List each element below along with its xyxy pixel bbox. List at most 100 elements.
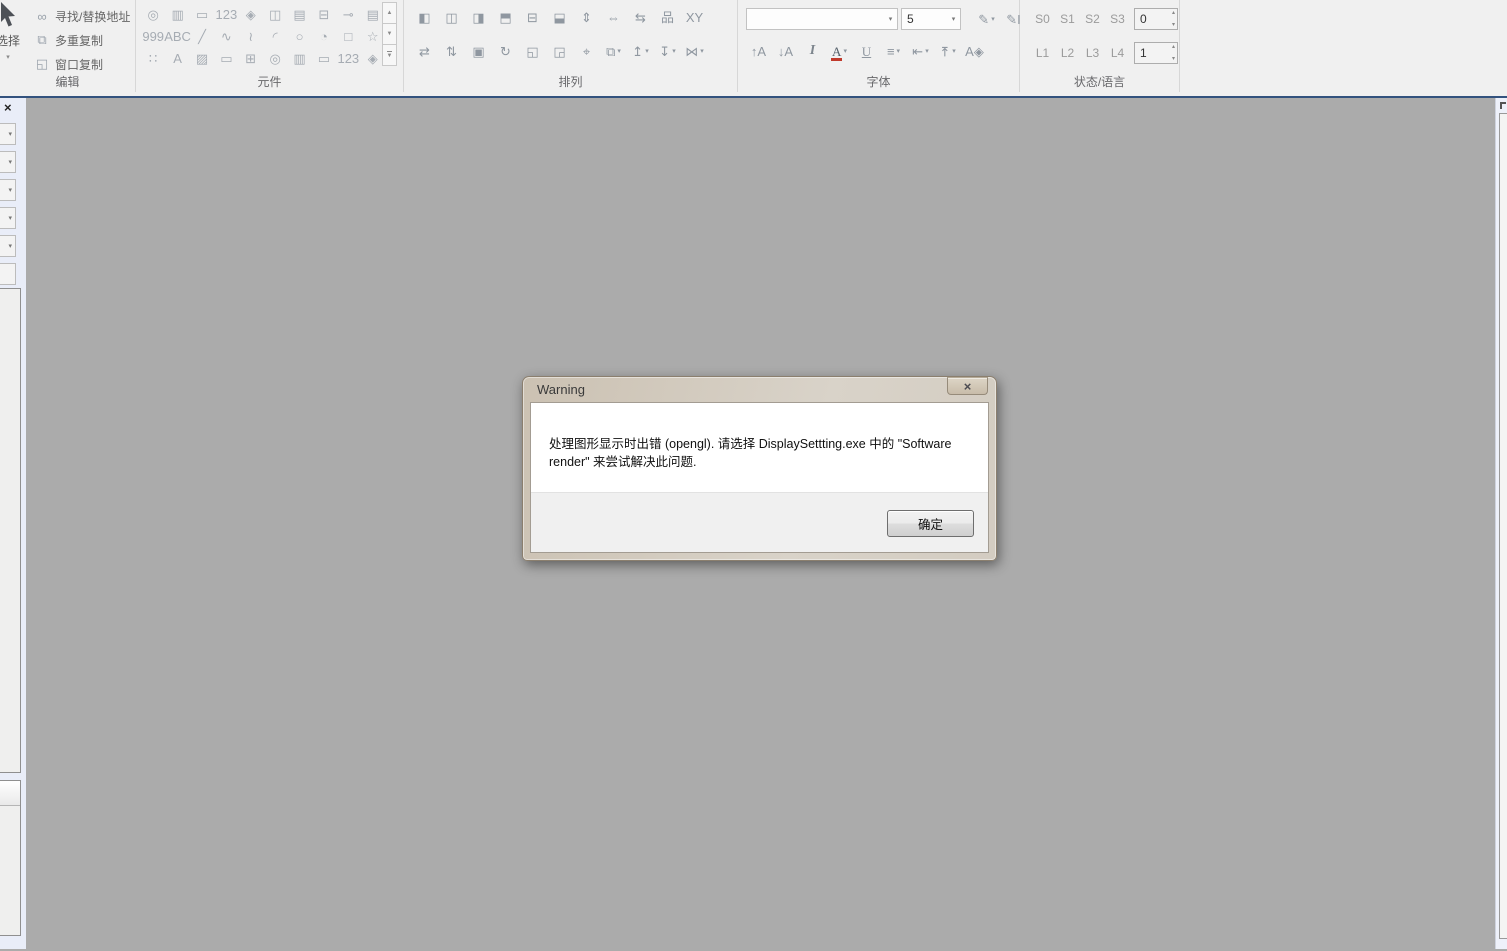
align-left-text-icon[interactable]: ⇤ ▾ xyxy=(908,40,933,62)
table-icon[interactable]: ⊞ xyxy=(239,47,263,69)
chevron-down-icon[interactable]: ▾ xyxy=(884,15,897,23)
dropdown-arrow-icon[interactable]: ▾ xyxy=(843,47,847,55)
dropdown-arrow-icon[interactable]: ▾ xyxy=(617,47,621,55)
indicator-lamp-icon[interactable]: ◎ xyxy=(141,3,165,25)
align-left-icon[interactable]: ◧ xyxy=(412,6,437,28)
panel-dropdown-4[interactable]: ▾ xyxy=(0,207,16,229)
dropdown-arrow-icon[interactable]: ▾ xyxy=(952,47,956,55)
polyline-icon[interactable]: ≀ xyxy=(239,25,263,47)
flip-icon[interactable]: ⋈ ▾ xyxy=(682,40,707,62)
slider-icon[interactable]: ⊸ xyxy=(336,3,360,25)
pie-icon[interactable]: ◔ xyxy=(312,25,336,47)
state-s3-button[interactable]: S3 xyxy=(1105,8,1130,30)
dropdown-arrow-icon[interactable]: ▾ xyxy=(645,47,649,55)
chevron-down-icon[interactable]: ▾ xyxy=(6,53,10,61)
frame-icon[interactable]: ▭ xyxy=(214,47,238,69)
spinner-up-icon[interactable]: ▴ xyxy=(1172,44,1175,50)
xy-position-icon[interactable]: XY xyxy=(682,6,707,28)
panel-close-icon[interactable]: × xyxy=(4,101,12,114)
rectangle-icon[interactable]: □ xyxy=(336,25,360,47)
dialog-close-button[interactable]: × xyxy=(947,377,988,395)
panel-dropdown-1[interactable]: ▾ xyxy=(0,123,16,145)
justify-icon[interactable]: ≡ ▾ xyxy=(881,40,906,62)
numeric-display-icon[interactable]: 123 xyxy=(214,3,238,25)
panel-dropdown-3[interactable]: ▾ xyxy=(0,179,16,201)
format-painter-icon[interactable]: ✎ ▾ xyxy=(974,8,999,30)
right-panel-body[interactable] xyxy=(1499,113,1507,939)
text-icon[interactable]: A xyxy=(165,47,189,69)
numeric-display-2-icon[interactable]: 123 xyxy=(336,47,360,69)
state-spinner[interactable]: 0 ▴ ▾ xyxy=(1134,8,1178,30)
gallery-expand-button[interactable]: ▼ xyxy=(382,44,397,66)
grow-font-icon[interactable]: ↑A xyxy=(746,40,771,62)
multi-copy-button[interactable]: ⧉ 多重复制 xyxy=(32,28,130,52)
screen-change-button-icon[interactable]: ⊟ xyxy=(312,3,336,25)
bring-forward-icon[interactable]: ⧉ ▾ xyxy=(601,40,626,62)
same-size-icon[interactable]: ▣ xyxy=(466,40,491,62)
spinner-down-icon[interactable]: ▾ xyxy=(1172,22,1175,28)
equal-spacing-icon[interactable]: ⇆ xyxy=(628,6,653,28)
same-height-icon[interactable]: ⇅ xyxy=(439,40,464,62)
language-l3-button[interactable]: L3 xyxy=(1080,42,1105,64)
curve-icon[interactable]: ∿ xyxy=(214,25,238,47)
dropdown-arrow-icon[interactable]: ▾ xyxy=(925,47,929,55)
panel-lower-area[interactable] xyxy=(0,780,21,936)
language-l1-button[interactable]: L1 xyxy=(1030,42,1055,64)
text-abc-display-icon[interactable]: ABC xyxy=(165,25,189,47)
dropdown-arrow-icon[interactable]: ▾ xyxy=(700,47,704,55)
language-l4-button[interactable]: L4 xyxy=(1105,42,1130,64)
shrink-font-icon[interactable]: ↓A xyxy=(773,40,798,62)
align-top-text-icon[interactable]: ⇥ ▾ xyxy=(935,40,960,62)
find-replace-address-button[interactable]: ∞ 寻找/替换地址 xyxy=(32,4,130,28)
panel-dropdown-2[interactable]: ▾ xyxy=(0,151,16,173)
rotate-icon[interactable]: ↻ xyxy=(493,40,518,62)
align-top-icon[interactable]: ⬒ xyxy=(493,6,518,28)
panel-lower-button[interactable] xyxy=(0,781,20,806)
panel-field[interactable] xyxy=(0,263,16,285)
font-name-combobox[interactable]: ▾ xyxy=(746,8,898,30)
indicator-lamp-2-icon[interactable]: ◎ xyxy=(263,47,287,69)
numeric-999-display-icon[interactable]: 999 xyxy=(141,25,165,47)
tag-icon[interactable]: ◈ xyxy=(239,3,263,25)
align-bottom-icon[interactable]: ⬓ xyxy=(547,6,572,28)
bit-switch-icon[interactable]: ◫ xyxy=(263,3,287,25)
word-switch-icon[interactable]: ▤ xyxy=(287,3,311,25)
distribute-horizontal-icon[interactable]: ⇔ xyxy=(601,6,626,28)
chevron-down-icon[interactable]: ▾ xyxy=(947,15,960,23)
transform-frame-icon[interactable]: ◲ xyxy=(547,40,572,62)
ellipse-icon[interactable]: ○ xyxy=(287,25,311,47)
language-l2-button[interactable]: L2 xyxy=(1055,42,1080,64)
panel-dropdown-5[interactable]: ▾ xyxy=(0,235,16,257)
move-up-icon[interactable]: ↥ ▾ xyxy=(628,40,653,62)
same-width-icon[interactable]: ⇄ xyxy=(412,40,437,62)
structure-layout-icon[interactable]: 品 xyxy=(655,6,680,28)
font-color-icon[interactable]: A ▾ xyxy=(827,40,852,62)
distribute-vertical-icon[interactable]: ⇕ xyxy=(574,6,599,28)
arc-icon[interactable]: ◜ xyxy=(263,25,287,47)
multi-state-lamp-2-icon[interactable]: ▥ xyxy=(287,47,311,69)
image-icon[interactable]: ▨ xyxy=(190,47,214,69)
move-down-icon[interactable]: ↧ ▾ xyxy=(655,40,680,62)
pin-icon[interactable]: ⌖ xyxy=(574,40,599,62)
spinner-up-icon[interactable]: ▴ xyxy=(1172,10,1175,16)
scale-ticks-icon[interactable]: ∷ xyxy=(141,47,165,69)
gallery-scroll-up-button[interactable]: ▲ xyxy=(382,2,397,24)
word-display-2-icon[interactable]: ▭ xyxy=(312,47,336,69)
state-s2-button[interactable]: S2 xyxy=(1080,8,1105,30)
language-spinner[interactable]: 1 ▴ ▾ xyxy=(1134,42,1178,64)
align-middle-icon[interactable]: ⊟ xyxy=(520,6,545,28)
dropdown-arrow-icon[interactable]: ▾ xyxy=(672,47,676,55)
word-display-icon[interactable]: ▭ xyxy=(190,3,214,25)
line-icon[interactable]: ╱ xyxy=(190,25,214,47)
multi-state-lamp-icon[interactable]: ▥ xyxy=(165,3,189,25)
spinner-down-icon[interactable]: ▾ xyxy=(1172,56,1175,62)
align-center-icon[interactable]: ◫ xyxy=(439,6,464,28)
text-style-icon[interactable]: A◈ xyxy=(962,40,987,62)
dropdown-arrow-icon[interactable]: ▾ xyxy=(897,47,901,55)
ok-button[interactable]: 确定 xyxy=(887,510,974,537)
underline-icon[interactable]: U xyxy=(854,40,879,62)
scale-frame-icon[interactable]: ◱ xyxy=(520,40,545,62)
state-s1-button[interactable]: S1 xyxy=(1055,8,1080,30)
italic-icon[interactable]: I xyxy=(800,40,825,62)
panel-list-area[interactable] xyxy=(0,288,21,773)
